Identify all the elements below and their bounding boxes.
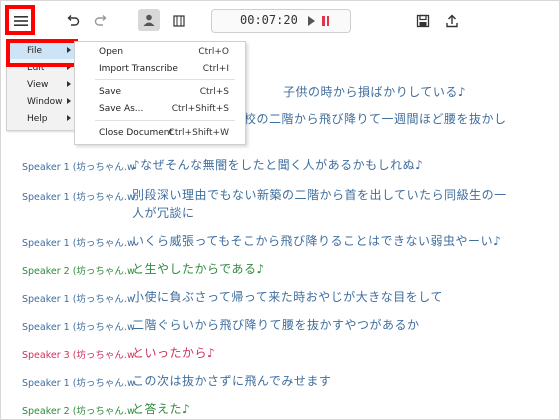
menu-divider <box>95 120 235 121</box>
speaker-button[interactable] <box>138 9 160 31</box>
segment-button[interactable] <box>167 9 191 33</box>
redo-button[interactable] <box>89 9 113 33</box>
menu-divider <box>95 79 235 80</box>
play-icon[interactable] <box>308 16 315 26</box>
speaker-label[interactable]: Speaker 1 (坊っちゃん.w <box>22 189 135 203</box>
playback-time: 00:07:20 <box>240 13 298 27</box>
chevron-right-icon <box>67 115 71 121</box>
speaker-label[interactable]: Speaker 3 (坊っちゃん.w <box>22 347 135 361</box>
person-icon <box>143 14 155 26</box>
utterance-text[interactable]: といったから♪ <box>132 344 215 361</box>
menu-item-help[interactable]: Help <box>7 111 75 127</box>
export-button[interactable] <box>440 9 464 33</box>
menu-item-save-as[interactable]: Save As... Ctrl+Shift+S <box>75 101 245 117</box>
speaker-label[interactable]: Speaker 2 (坊っちゃん.w <box>22 263 135 277</box>
undo-button[interactable] <box>61 9 85 33</box>
speaker-label[interactable]: Speaker 1 (坊っちゃん.w <box>22 235 135 249</box>
utterance-text-continuation[interactable]: 人が冗談に <box>132 204 195 221</box>
menu-item-view[interactable]: View <box>7 77 75 93</box>
pause-record-icon[interactable] <box>322 16 329 26</box>
highlight-box-menu <box>5 5 35 35</box>
utterance-text[interactable]: と生やしたからである♪ <box>132 260 265 277</box>
speaker-label[interactable]: Speaker 1 (坊っちゃん.w <box>22 291 135 305</box>
speaker-label[interactable]: Speaker 1 (坊っちゃん.w <box>22 375 135 389</box>
utterance-text[interactable]: 別段深い理由でもない新築の二階から首を出していたら同級生の一 <box>132 186 507 203</box>
toolbar: 00:07:20 <box>1 1 560 41</box>
highlight-box-file <box>6 39 78 67</box>
app-window: 00:07:20 子供の時から損ばかりしている♪ 校の二階から飛び降りて一週間ほ… <box>0 0 560 420</box>
utterance-text[interactable]: いくら威張ってもそこから飛び降りることはできない弱虫やーい♪ <box>132 232 501 249</box>
speaker-label[interactable]: Speaker 1 (坊っちゃん.w <box>22 319 135 333</box>
menu-item-save[interactable]: Save Ctrl+S <box>75 84 245 100</box>
chevron-right-icon <box>67 98 71 104</box>
utterance-text[interactable]: 二階ぐらいから飛び降りて腰を抜かすやつがあるか <box>132 316 420 333</box>
playback-control: 00:07:20 <box>211 9 351 33</box>
utterance-text[interactable]: ♪なぜそんな無闇をしたと聞く人があるかもしれぬ♪ <box>132 156 423 173</box>
menu-item-open[interactable]: Open Ctrl+O <box>75 44 245 60</box>
speaker-label[interactable]: Speaker 1 (坊っちゃん.w <box>22 159 135 173</box>
speaker-label[interactable]: Speaker 2 (坊っちゃん.w <box>22 403 135 417</box>
film-icon <box>173 15 185 27</box>
utterance-text[interactable]: この次は抜かさずに飛んでみせます <box>132 372 331 389</box>
menu-item-close-document[interactable]: Close Document Ctrl+Shift+W <box>75 125 245 141</box>
menu-item-window[interactable]: Window <box>7 94 75 110</box>
utterance-text[interactable]: 小使に負ぶさって帰って来た時おやじが大きな目をして <box>132 288 443 305</box>
save-button[interactable] <box>411 9 435 33</box>
undo-icon <box>67 15 80 26</box>
upload-icon <box>446 14 458 28</box>
file-submenu: Open Ctrl+O Import Transcribe Ctrl+I Sav… <box>74 41 246 145</box>
save-icon <box>416 14 430 28</box>
chevron-right-icon <box>67 81 71 87</box>
menu-item-import-transcribe[interactable]: Import Transcribe Ctrl+I <box>75 61 245 77</box>
redo-icon <box>94 15 107 26</box>
utterance-text[interactable]: と答えた♪ <box>132 400 190 417</box>
